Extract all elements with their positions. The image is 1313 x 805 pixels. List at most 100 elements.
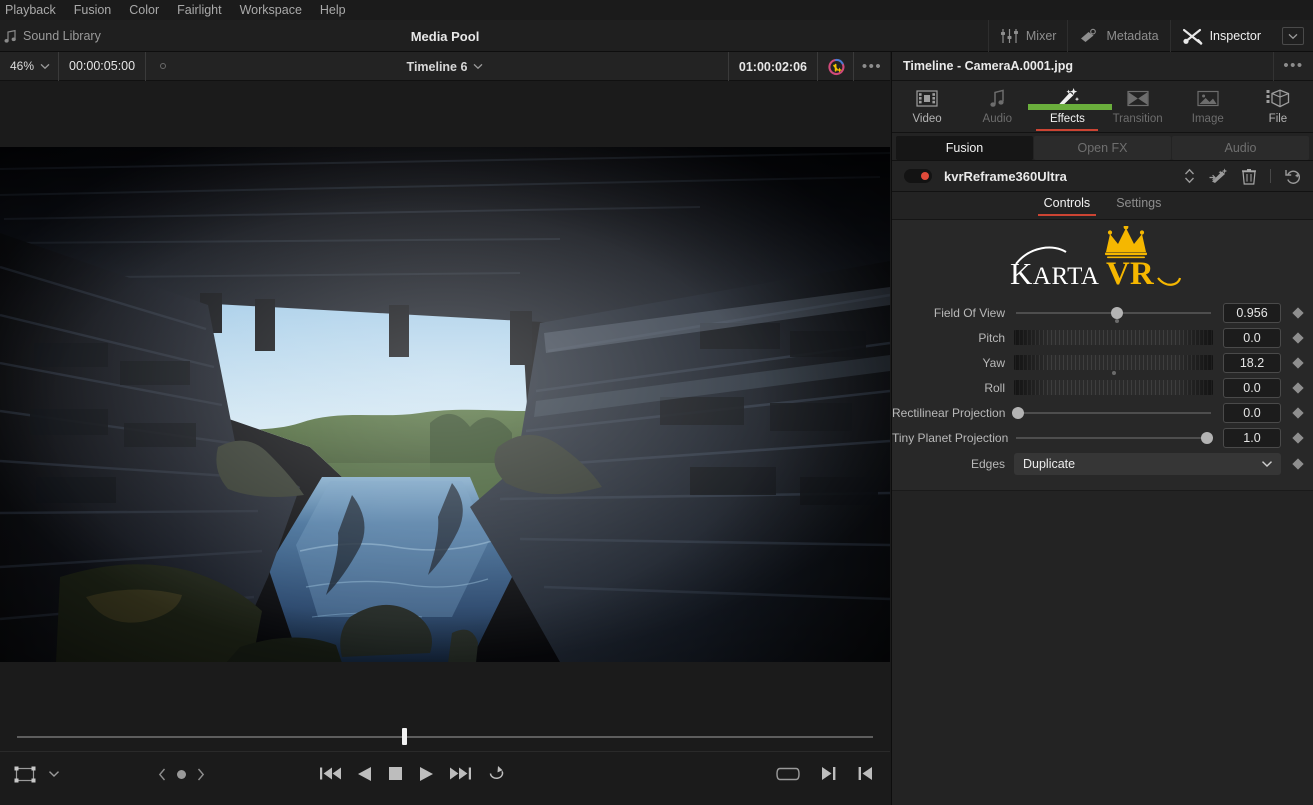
chevron-down-icon bbox=[40, 63, 50, 70]
fit-to-screen-icon[interactable] bbox=[776, 767, 800, 781]
mixer-label: Mixer bbox=[1025, 29, 1057, 43]
tab-transition[interactable]: Transition bbox=[1103, 81, 1173, 133]
menu-help[interactable]: Help bbox=[311, 0, 355, 20]
slider-thumb[interactable] bbox=[1011, 406, 1024, 419]
segment-audio[interactable]: Audio bbox=[1172, 136, 1309, 160]
menu-color[interactable]: Color bbox=[120, 0, 168, 20]
viewer-right-controls bbox=[776, 766, 872, 781]
mark-in-icon[interactable] bbox=[858, 766, 872, 781]
slider-track bbox=[1016, 436, 1211, 439]
zoom-level-dropdown[interactable]: 46% bbox=[0, 51, 60, 81]
panel-layout-dropdown[interactable] bbox=[1282, 27, 1304, 45]
svg-text:KARTA: KARTA bbox=[1010, 256, 1099, 290]
play-reverse-icon[interactable] bbox=[357, 766, 372, 782]
viewer-scrubber[interactable] bbox=[0, 723, 890, 751]
metadata-label: Metadata bbox=[1106, 29, 1159, 43]
video-frame[interactable] bbox=[0, 147, 890, 662]
file-cube-icon bbox=[1266, 86, 1290, 110]
keyframe-diamond-icon[interactable] bbox=[1291, 458, 1305, 470]
slider-default-marker bbox=[1115, 318, 1120, 323]
param-label: Roll bbox=[984, 380, 1005, 395]
mixer-button[interactable]: Mixer bbox=[987, 20, 1068, 52]
menu-fusion[interactable]: Fusion bbox=[65, 0, 121, 20]
mark-out-icon[interactable] bbox=[822, 766, 836, 781]
sub-tab-controls[interactable]: Controls bbox=[1037, 196, 1096, 216]
tiny-planet-projection-slider[interactable] bbox=[1014, 429, 1214, 447]
tab-image-label: Image bbox=[1191, 113, 1224, 125]
roll-thumbwheel[interactable] bbox=[1014, 380, 1213, 395]
roll-value[interactable]: 0.0 bbox=[1223, 377, 1281, 398]
keyframe-diamond-icon[interactable] bbox=[1291, 381, 1305, 394]
scrubber-playhead[interactable] bbox=[402, 728, 407, 745]
keyframe-diamond-icon[interactable] bbox=[1291, 431, 1305, 444]
field-of-view-value[interactable]: 0.956 bbox=[1223, 302, 1281, 323]
slider-thumb[interactable] bbox=[1201, 431, 1214, 444]
color-wheel-button[interactable] bbox=[818, 52, 854, 81]
wand-apply-icon[interactable] bbox=[1209, 167, 1228, 185]
inspector-options-button[interactable]: ••• bbox=[1273, 51, 1313, 81]
tab-audio[interactable]: Audio bbox=[962, 81, 1032, 133]
transform-tools-group bbox=[14, 766, 60, 783]
edges-value: Duplicate bbox=[1023, 457, 1076, 471]
inspector-panel: Timeline - CameraA.0001.jpg ••• Video Au… bbox=[891, 51, 1313, 805]
scrubber-track[interactable] bbox=[17, 736, 873, 738]
power-toggle-icon[interactable] bbox=[904, 169, 932, 183]
marker-button[interactable] bbox=[146, 52, 180, 81]
next-keyframe-icon[interactable] bbox=[196, 768, 205, 781]
tiny-planet-projection-value[interactable]: 1.0 bbox=[1223, 427, 1281, 448]
segment-openfx[interactable]: Open FX bbox=[1034, 136, 1171, 160]
menu-workspace[interactable]: Workspace bbox=[231, 0, 311, 20]
stop-icon[interactable] bbox=[388, 766, 403, 781]
reorder-updown-icon[interactable] bbox=[1184, 168, 1195, 184]
loop-icon[interactable] bbox=[487, 765, 506, 782]
segment-fusion[interactable]: Fusion bbox=[896, 136, 1033, 160]
keyframe-diamond-icon[interactable] bbox=[1291, 356, 1305, 369]
metadata-button[interactable]: Metadata bbox=[1067, 20, 1169, 52]
effect-actions bbox=[1184, 167, 1302, 185]
timecode-current[interactable]: 01:00:02:06 bbox=[727, 52, 818, 81]
param-label: Rectilinear Projection bbox=[892, 405, 1006, 420]
yaw-thumbwheel[interactable] bbox=[1014, 355, 1213, 370]
tab-video-label: Video bbox=[912, 113, 942, 125]
pitch-thumbwheel[interactable] bbox=[1014, 330, 1213, 345]
pitch-value[interactable]: 0.0 bbox=[1223, 327, 1281, 348]
rectilinear-projection-value[interactable]: 0.0 bbox=[1223, 402, 1281, 423]
tab-image[interactable]: Image bbox=[1173, 81, 1243, 133]
viewer-options-button[interactable]: ••• bbox=[854, 52, 890, 81]
tab-video[interactable]: Video bbox=[892, 81, 962, 133]
effect-source-segments: Fusion Open FX Audio bbox=[892, 133, 1313, 161]
reset-history-icon[interactable] bbox=[1285, 168, 1302, 185]
yaw-value[interactable]: 18.2 bbox=[1223, 352, 1281, 373]
play-icon[interactable] bbox=[419, 766, 434, 782]
transform-crop-icon[interactable] bbox=[14, 766, 36, 783]
edges-dropdown[interactable]: Duplicate bbox=[1014, 453, 1281, 475]
chevron-down-icon bbox=[473, 63, 483, 70]
jump-to-end-icon[interactable] bbox=[450, 766, 471, 781]
tab-file[interactable]: File bbox=[1243, 81, 1313, 133]
transform-dropdown-chevron[interactable] bbox=[48, 770, 60, 778]
keyframe-diamond-icon[interactable] bbox=[1291, 306, 1305, 319]
menu-fairlight[interactable]: Fairlight bbox=[168, 0, 230, 20]
slider-thumb[interactable] bbox=[1111, 306, 1124, 319]
keyframe-diamond-icon[interactable] bbox=[1291, 406, 1305, 419]
field-of-view-slider[interactable] bbox=[1014, 304, 1213, 323]
svg-text:VR: VR bbox=[1106, 256, 1155, 290]
keyframe-diamond-icon[interactable] bbox=[1291, 331, 1305, 344]
prev-keyframe-icon[interactable] bbox=[158, 768, 167, 781]
keyframe-dot-icon[interactable] bbox=[177, 770, 186, 779]
effects-active-indicator bbox=[1028, 104, 1112, 110]
viewer-transport-bar bbox=[0, 751, 890, 805]
jump-to-start-icon[interactable] bbox=[320, 766, 341, 781]
param-widget bbox=[1014, 325, 1213, 350]
rectilinear-projection-slider[interactable] bbox=[1011, 404, 1213, 422]
davinci-resolve-window: Playback Fusion Color Fairlight Workspac… bbox=[0, 0, 1313, 805]
more-options-icon: ••• bbox=[1283, 57, 1304, 74]
sound-library-button[interactable]: Sound Library bbox=[0, 20, 101, 52]
inspector-button[interactable]: Inspector bbox=[1169, 20, 1272, 52]
sub-tab-settings[interactable]: Settings bbox=[1114, 196, 1163, 216]
menu-playback[interactable]: Playback bbox=[0, 0, 65, 20]
param-row: Edges Duplicate bbox=[892, 450, 1313, 478]
param-row: Roll 0.0 bbox=[892, 375, 1313, 400]
trash-icon[interactable] bbox=[1242, 168, 1256, 185]
timecode-in[interactable]: 00:00:05:00 bbox=[59, 51, 147, 81]
